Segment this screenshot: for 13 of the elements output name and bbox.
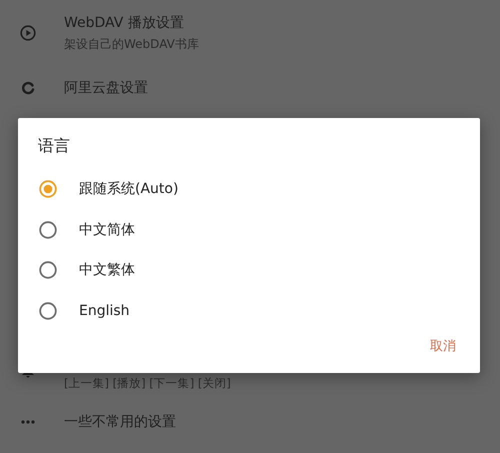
radio-button[interactable]: [39, 302, 57, 320]
dialog-title: 语言: [38, 136, 71, 157]
refresh-icon: [21, 81, 35, 95]
play-icon: [20, 25, 36, 41]
option-label[interactable]: 中文繁体: [79, 261, 135, 280]
setting-subtitle: 架设自己的WebDAV书库: [64, 36, 199, 52]
option-label[interactable]: English: [79, 302, 130, 319]
radio-selected[interactable]: [39, 180, 57, 198]
option-label[interactable]: 中文简体: [79, 220, 135, 239]
option-label[interactable]: 跟随系统(Auto): [79, 180, 178, 198]
more-icon: [21, 420, 35, 424]
radio-button[interactable]: [39, 261, 57, 280]
radio-button[interactable]: [39, 220, 57, 239]
